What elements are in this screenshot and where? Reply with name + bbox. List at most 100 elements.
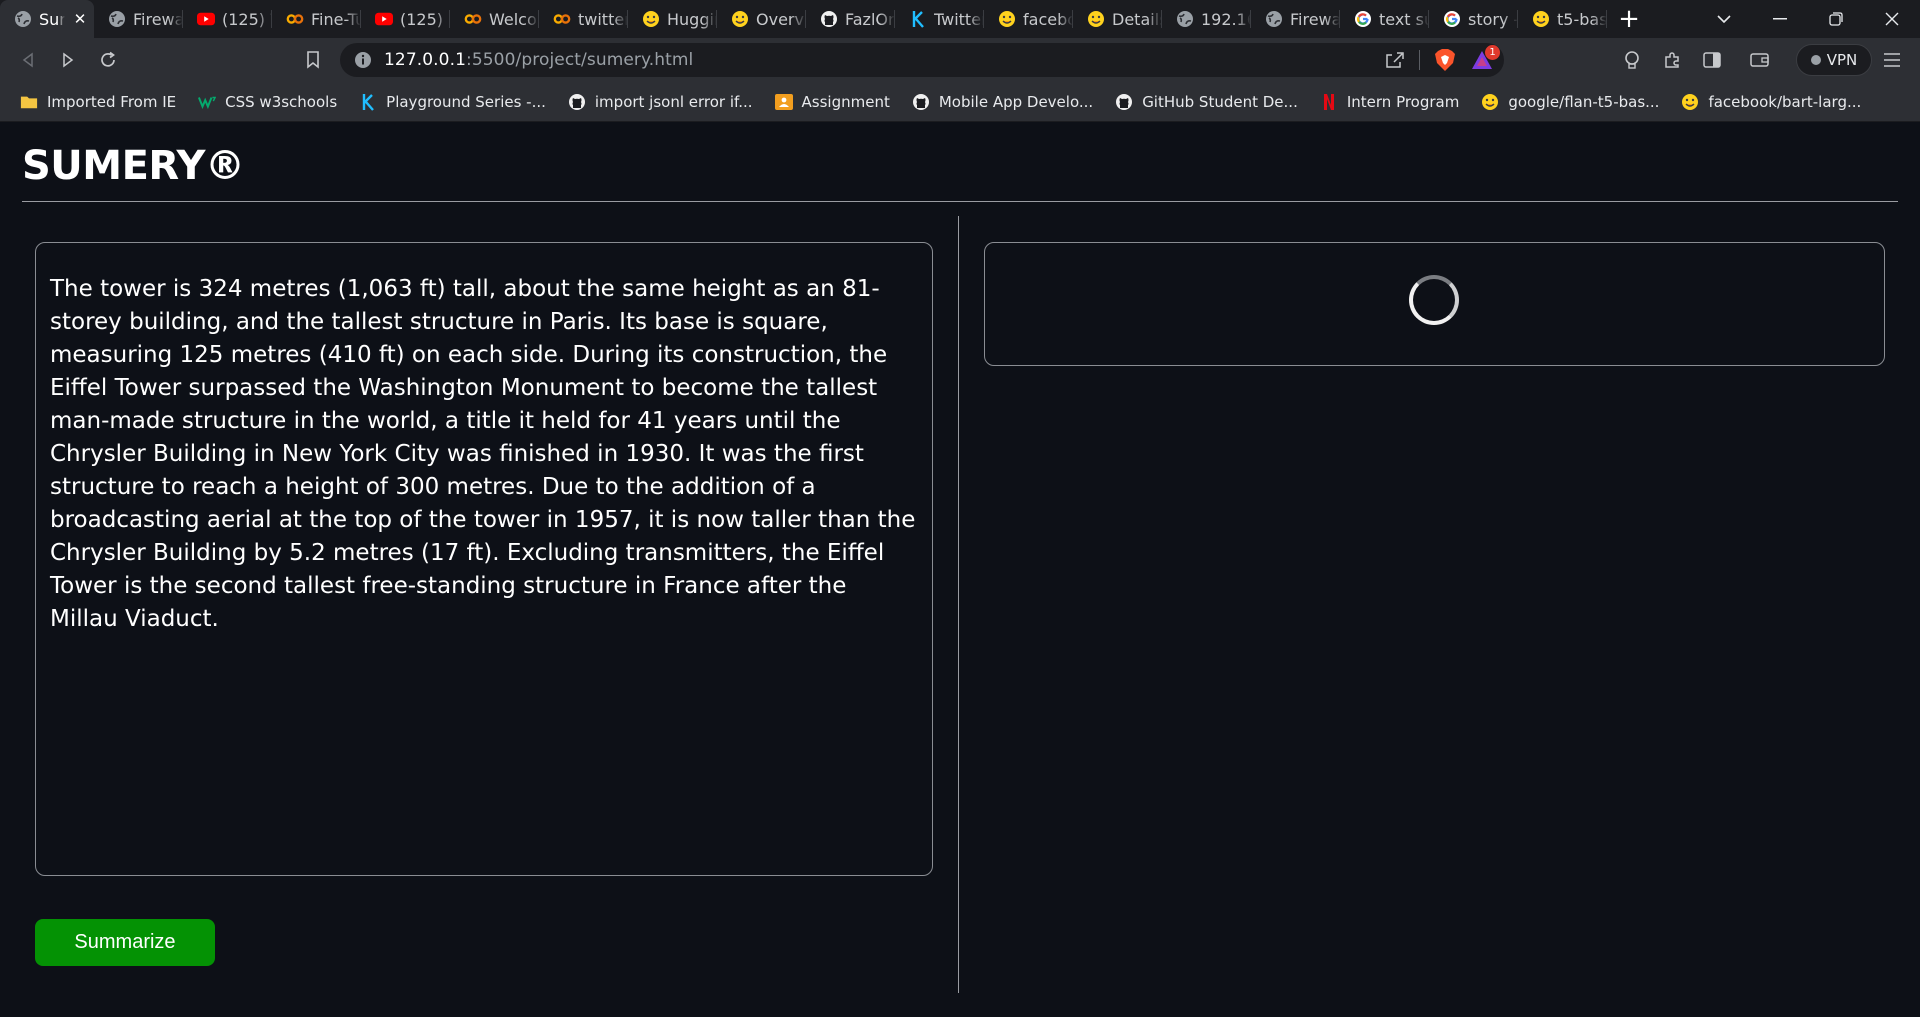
address-bar[interactable]: 127.0.0.1:5500/project/sumery.html 1 bbox=[340, 43, 1504, 77]
google-icon bbox=[1443, 10, 1461, 28]
restore-button[interactable] bbox=[1808, 0, 1864, 38]
browser-tab[interactable]: (125) T bbox=[183, 0, 272, 38]
browser-tab[interactable]: Firewall bbox=[94, 0, 183, 38]
github-icon bbox=[820, 10, 838, 28]
github-icon bbox=[1115, 93, 1133, 111]
vpn-label: VPN bbox=[1826, 51, 1858, 69]
browser-tab[interactable]: Overview bbox=[717, 0, 806, 38]
url-text: 127.0.0.1:5500/project/sumery.html bbox=[384, 50, 693, 70]
text-input-area[interactable]: The tower is 324 metres (1,063 ft) tall,… bbox=[35, 242, 933, 876]
tab-title: Firewall bbox=[1290, 9, 1340, 29]
bookmark-label: Assignment bbox=[801, 92, 890, 111]
bookmark-item[interactable]: CSS w3schools bbox=[198, 93, 337, 111]
bookmark-label: Mobile App Develo... bbox=[938, 92, 1094, 111]
page-content: SUMERY® The tower is 324 metres (1,063 f… bbox=[0, 123, 1920, 1017]
bookmark-item[interactable]: Mobile App Develo... bbox=[912, 93, 1093, 111]
browser-tab[interactable]: Twitter bbox=[895, 0, 984, 38]
summary-output-box bbox=[984, 242, 1885, 366]
tab-title: Overview bbox=[756, 9, 806, 29]
browser-toolbar: 127.0.0.1:5500/project/sumery.html 1 VPN bbox=[0, 38, 1920, 82]
browser-tab[interactable]: Welcome bbox=[450, 0, 539, 38]
huggingface-icon bbox=[642, 10, 660, 28]
header-divider bbox=[22, 201, 1898, 202]
huggingface-icon bbox=[1681, 93, 1699, 111]
tab-title: story - bbox=[1468, 9, 1518, 29]
minimize-button[interactable] bbox=[1752, 0, 1808, 38]
bookmark-item[interactable]: Assignment bbox=[774, 92, 890, 111]
bookmark-item[interactable]: facebook/bart-larg... bbox=[1681, 93, 1861, 111]
tab-list: Sumery ✕ Firewall (125) T Fine-Tu (125) L Welc… bbox=[0, 0, 1607, 38]
wallet-button[interactable] bbox=[1740, 43, 1780, 77]
browser-tab[interactable]: Firewall bbox=[1251, 0, 1340, 38]
brave-rewards-icon[interactable]: 1 bbox=[1470, 45, 1500, 71]
bookmark-item[interactable]: Playground Series -... bbox=[359, 93, 546, 111]
colab-icon bbox=[464, 10, 482, 28]
tab-title: Twitter bbox=[934, 9, 984, 29]
github-icon bbox=[568, 93, 586, 111]
url-separator bbox=[1419, 50, 1420, 70]
sidebar-icon bbox=[1703, 52, 1721, 68]
github-icon bbox=[912, 93, 930, 111]
bookmarks-bar: Imported From IE CSS w3schools Playground … bbox=[0, 82, 1920, 122]
vpn-status-dot bbox=[1810, 55, 1821, 65]
wallet-icon bbox=[1750, 53, 1769, 67]
brave-shields-icon[interactable] bbox=[1434, 48, 1456, 72]
globe-icon bbox=[14, 10, 32, 28]
bookmark-item[interactable]: GitHub Student De... bbox=[1115, 93, 1298, 111]
vpn-button[interactable]: VPN bbox=[1796, 44, 1872, 76]
browser-tab[interactable]: text su bbox=[1340, 0, 1429, 38]
bookmark-label: google/flan-t5-bas... bbox=[1508, 92, 1660, 111]
browser-tab[interactable]: facebook bbox=[984, 0, 1073, 38]
tab-title: Fine-Tu bbox=[311, 9, 361, 29]
site-info-icon[interactable] bbox=[354, 51, 372, 69]
browser-tab[interactable]: 192.16 bbox=[1162, 0, 1251, 38]
colab-icon bbox=[286, 10, 304, 28]
reload-button[interactable] bbox=[88, 43, 128, 77]
browser-tab[interactable]: Fine-Tu bbox=[272, 0, 361, 38]
youtube-icon bbox=[197, 10, 215, 28]
summarize-button[interactable]: Summarize bbox=[35, 919, 215, 966]
new-tab-button[interactable]: + bbox=[1607, 0, 1651, 38]
menu-button[interactable] bbox=[1872, 43, 1912, 77]
back-arrow-icon bbox=[22, 52, 33, 68]
huggingface-icon bbox=[731, 10, 749, 28]
tab-title: text su bbox=[1379, 9, 1429, 29]
bookmark-item[interactable]: Intern Program bbox=[1320, 93, 1459, 111]
browser-tab[interactable]: t5-bas bbox=[1518, 0, 1607, 38]
bookmark-item[interactable]: Imported From IE bbox=[20, 93, 176, 111]
tab-title: t5-bas bbox=[1557, 9, 1607, 29]
browser-tab[interactable]: FazlOr bbox=[806, 0, 895, 38]
tab-title: Hugging bbox=[667, 9, 717, 29]
bookmark-page-button[interactable] bbox=[293, 43, 333, 77]
browser-tab[interactable]: (125) L bbox=[361, 0, 450, 38]
leo-ai-button[interactable] bbox=[1612, 43, 1652, 77]
bookmark-item[interactable]: google/flan-t5-bas... bbox=[1481, 93, 1659, 111]
browser-tab[interactable]: Sumery ✕ bbox=[0, 0, 94, 38]
url-host: 127.0.0.1 bbox=[384, 50, 467, 70]
tab-search-chevron-icon[interactable] bbox=[1696, 0, 1752, 38]
browser-tab[interactable]: story - bbox=[1429, 0, 1518, 38]
share-icon[interactable] bbox=[1385, 51, 1405, 69]
browser-tab[interactable]: twitter bbox=[539, 0, 628, 38]
extensions-button[interactable] bbox=[1652, 43, 1692, 77]
kaggle-icon bbox=[359, 93, 377, 111]
browser-tab[interactable]: Details bbox=[1073, 0, 1162, 38]
bookmark-item[interactable]: import jsonl error if... bbox=[568, 93, 753, 111]
sidebar-button[interactable] bbox=[1692, 43, 1732, 77]
globe-icon bbox=[1176, 10, 1194, 28]
globe-icon bbox=[108, 10, 126, 28]
close-tab-icon[interactable]: ✕ bbox=[72, 11, 88, 27]
bookmark-label: CSS w3schools bbox=[225, 92, 338, 111]
back-button[interactable] bbox=[8, 43, 48, 77]
bookmark-label: Imported From IE bbox=[47, 92, 177, 111]
tab-strip: Sumery ✕ Firewall (125) T Fine-Tu (125) L Welc… bbox=[0, 0, 1920, 38]
forward-button[interactable] bbox=[48, 43, 88, 77]
bookmark-label: import jsonl error if... bbox=[594, 92, 753, 111]
browser-tab[interactable]: Hugging bbox=[628, 0, 717, 38]
lightbulb-icon bbox=[1625, 51, 1639, 69]
w3schools-icon bbox=[198, 93, 217, 111]
close-window-button[interactable] bbox=[1864, 0, 1920, 38]
tab-title: (125) L bbox=[400, 9, 450, 29]
bookmark-label: GitHub Student De... bbox=[1142, 92, 1298, 111]
youtube-icon bbox=[375, 10, 393, 28]
